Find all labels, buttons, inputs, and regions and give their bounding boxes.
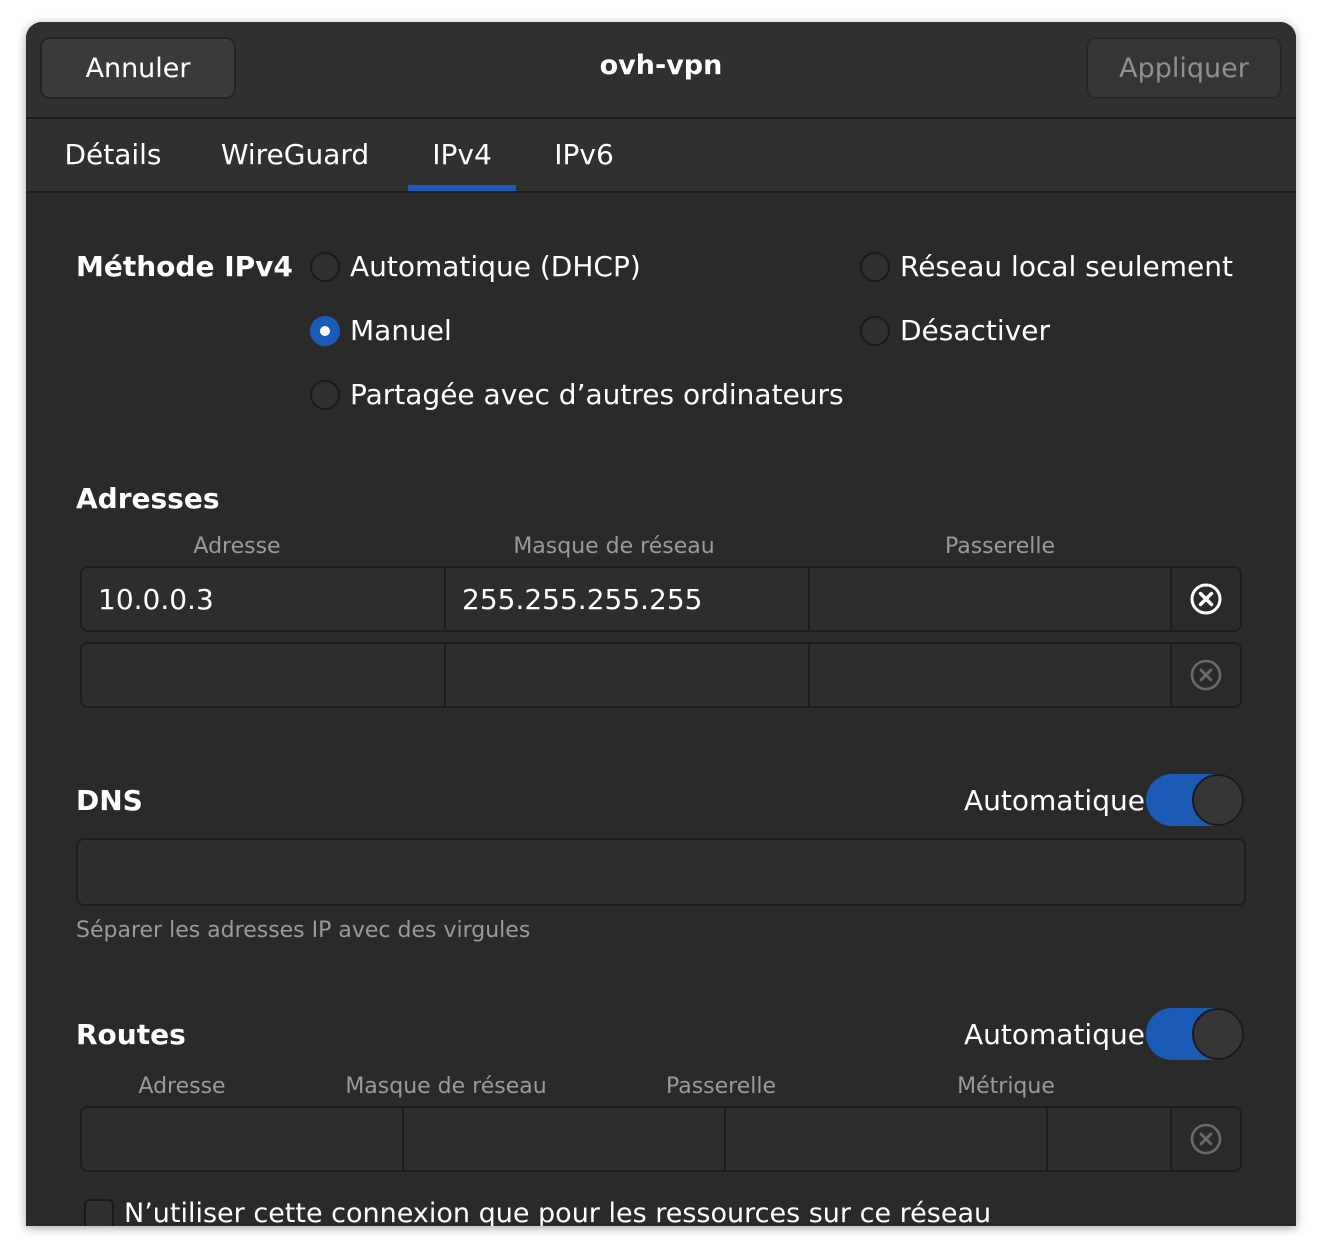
- route-address-input[interactable]: [82, 1108, 404, 1170]
- gateway-input[interactable]: [810, 568, 1172, 630]
- route-row: [80, 1106, 1242, 1172]
- radio-label: Désactiver: [900, 314, 1050, 347]
- route-netmask-input[interactable]: [404, 1108, 726, 1170]
- radio-indicator[interactable]: [310, 251, 340, 282]
- radio-label: Automatique (DHCP): [350, 250, 641, 283]
- switch-knob: [1192, 1008, 1244, 1060]
- radio-indicator[interactable]: [860, 315, 890, 346]
- radio-shared[interactable]: Partagée avec d’autres ordinateurs: [310, 378, 844, 411]
- address-row-empty: [80, 642, 1242, 708]
- delete-circle-icon: [1190, 1123, 1222, 1155]
- netmask-input[interactable]: 255.255.255.255: [446, 568, 810, 630]
- delete-route-button-disabled[interactable]: [1172, 1108, 1240, 1170]
- address-input[interactable]: 10.0.0.3: [82, 568, 446, 630]
- radio-manual[interactable]: Manuel: [310, 314, 452, 347]
- radio-indicator[interactable]: [860, 251, 890, 282]
- column-header-address: Adresse: [193, 534, 281, 559]
- apply-button[interactable]: Appliquer: [1086, 37, 1282, 99]
- only-local-resources-checkbox[interactable]: N’utiliser cette connexion que pour les …: [84, 1198, 991, 1226]
- delete-address-button-disabled[interactable]: [1172, 644, 1240, 706]
- radio-label: Manuel: [350, 314, 452, 347]
- delete-circle-icon: [1190, 583, 1222, 615]
- address-input[interactable]: [82, 644, 446, 706]
- tab-ipv6[interactable]: IPv6: [544, 119, 624, 191]
- checkbox-label: N’utiliser cette connexion que pour les …: [124, 1198, 992, 1226]
- tab-ipv4[interactable]: IPv4: [408, 119, 516, 191]
- radio-automatic-dhcp[interactable]: Automatique (DHCP): [310, 250, 641, 283]
- radio-indicator[interactable]: [310, 379, 340, 410]
- dns-automatic-switch[interactable]: [1146, 774, 1244, 826]
- radio-label: Partagée avec d’autres ordinateurs: [350, 378, 844, 411]
- checkbox-indicator[interactable]: [84, 1198, 114, 1226]
- route-metric-input[interactable]: [1048, 1108, 1172, 1170]
- routes-automatic-switch[interactable]: [1146, 1008, 1244, 1060]
- radio-local-only[interactable]: Réseau local seulement: [860, 250, 1233, 283]
- header-bar: Annuler ovh-vpn Appliquer: [26, 22, 1296, 119]
- ipv4-method-label: Méthode IPv4: [76, 250, 293, 283]
- column-header-netmask: Masque de réseau: [513, 534, 715, 559]
- column-header-metric: Métrique: [957, 1074, 1055, 1099]
- column-header-gateway: Passerelle: [944, 534, 1056, 559]
- dns-hint: Séparer les adresses IP avec des virgule…: [76, 918, 531, 943]
- route-gateway-input[interactable]: [726, 1108, 1048, 1170]
- dns-servers-input[interactable]: [76, 838, 1246, 906]
- tab-details[interactable]: Détails: [46, 119, 180, 191]
- address-row: 10.0.0.3 255.255.255.255: [80, 566, 1242, 632]
- dns-label: DNS: [76, 784, 143, 817]
- delete-circle-icon: [1190, 659, 1222, 691]
- delete-address-button[interactable]: [1172, 568, 1240, 630]
- tab-wireguard[interactable]: WireGuard: [212, 119, 378, 191]
- routes-label: Routes: [76, 1018, 186, 1051]
- radio-disable[interactable]: Désactiver: [860, 314, 1050, 347]
- column-header-gateway: Passerelle: [665, 1074, 777, 1099]
- connection-settings-dialog: Annuler ovh-vpn Appliquer Détails WireGu…: [26, 22, 1296, 1226]
- addresses-label: Adresses: [76, 482, 220, 515]
- gateway-input[interactable]: [810, 644, 1172, 706]
- routes-automatic-label: Automatique: [964, 1018, 1145, 1051]
- column-header-netmask: Masque de réseau: [345, 1074, 547, 1099]
- tab-bar: Détails WireGuard IPv4 IPv6: [26, 119, 1296, 193]
- column-header-address: Adresse: [138, 1074, 226, 1099]
- switch-knob: [1192, 774, 1244, 826]
- dns-automatic-label: Automatique: [964, 784, 1145, 817]
- netmask-input[interactable]: [446, 644, 810, 706]
- radio-indicator-checked[interactable]: [310, 315, 340, 346]
- radio-label: Réseau local seulement: [900, 250, 1233, 283]
